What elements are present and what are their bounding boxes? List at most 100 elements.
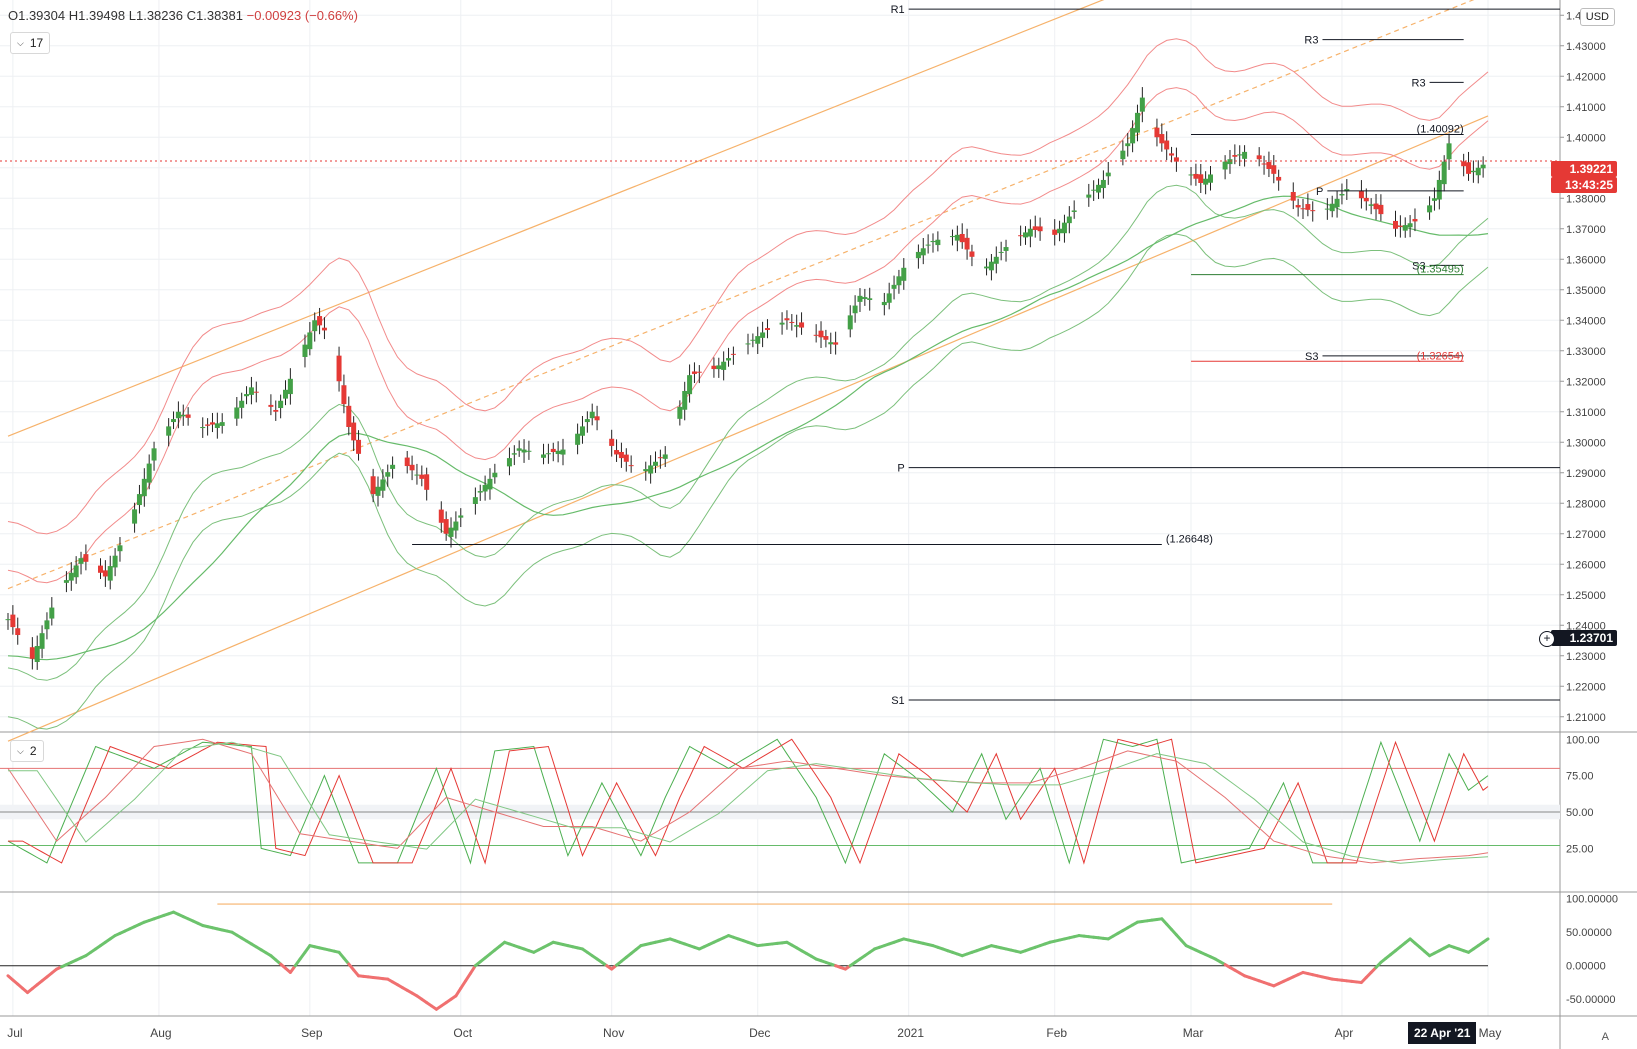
bull-candle: [39, 633, 45, 649]
bear-candle: [823, 336, 829, 340]
time-tick-label: Nov: [603, 1026, 624, 1040]
bull-candle: [949, 236, 955, 238]
bull-candle: [643, 469, 649, 472]
bear-candle: [1018, 235, 1024, 237]
time-tick-label: Aug: [150, 1026, 171, 1040]
bear-candle: [356, 439, 362, 454]
bull-candle: [862, 297, 868, 299]
price-tick-label: 1.34000: [1566, 315, 1606, 327]
time-tick-label: Apr: [1335, 1026, 1354, 1040]
level-label: (1.40092): [1417, 123, 1464, 135]
channel-upper-line: [7, 0, 1105, 437]
bull-candle: [1436, 179, 1442, 200]
stoch-tick-label: 100.00: [1566, 734, 1600, 746]
stoch-d-line: [8, 738, 1489, 865]
bull-candle: [584, 419, 590, 423]
currency-button[interactable]: USD: [1579, 8, 1615, 26]
bull-candle: [307, 332, 313, 350]
bull-candle: [1100, 179, 1106, 189]
ohlc-legend: O1.39304 H1.39498 L1.38236 C1.38381 −0.0…: [8, 8, 358, 23]
bull-candle: [750, 339, 756, 341]
bull-candle: [477, 491, 483, 493]
bear-candle: [1032, 226, 1038, 230]
trend-channel: [7, 0, 1489, 742]
bear-candle: [550, 448, 556, 453]
bull-candle: [132, 509, 138, 524]
bull-candle: [78, 558, 84, 564]
bull-candle: [881, 301, 887, 306]
channel-mid-line: [7, 0, 1475, 590]
bull-candle: [896, 276, 902, 286]
time-tick-label: Jul: [7, 1026, 22, 1040]
bull-candle: [1120, 150, 1126, 160]
bear-candle: [833, 342, 839, 345]
stoch-tick-label: 50.00: [1566, 807, 1594, 819]
price-tick-label: 1.36000: [1566, 254, 1606, 266]
bull-candle: [175, 411, 181, 419]
bull-candle: [1066, 216, 1072, 224]
bull-candle: [1368, 204, 1374, 206]
bull-candle: [107, 566, 113, 581]
add-plus-icon[interactable]: +: [1539, 631, 1555, 647]
bull-candle: [901, 267, 907, 281]
price-tick-label: 1.26000: [1566, 559, 1606, 571]
bull-candle: [239, 400, 245, 408]
bear-candle: [1193, 173, 1199, 179]
crosshair-date-tag: 22 Apr '21: [1408, 1022, 1477, 1044]
bear-candle: [29, 647, 35, 659]
bull-candle: [954, 234, 960, 241]
price-tick-label: 1.43000: [1566, 41, 1606, 53]
bull-candle: [73, 565, 79, 578]
bear-candle: [1295, 205, 1301, 208]
bear-candle: [1412, 218, 1418, 222]
bull-candle: [312, 320, 318, 332]
bear-candle: [83, 554, 89, 562]
channel-lower-line: [7, 115, 1489, 742]
chart-canvas[interactable]: R1R3R3(1.40092)PS3(1.35495)S3 (1.32654)P(…: [0, 0, 1637, 1049]
bull-candle: [687, 375, 693, 395]
price-tick-label: 1.29000: [1566, 468, 1606, 480]
time-tick-label: Feb: [1046, 1026, 1067, 1040]
main-pane-collapse-button[interactable]: ⌵ 17: [10, 32, 51, 54]
bear-candle: [419, 474, 425, 479]
bear-candle: [273, 409, 279, 412]
bull-candle: [755, 336, 761, 344]
bull-candle: [1237, 154, 1243, 156]
bull-candle: [779, 322, 785, 325]
bull-candle: [1475, 167, 1481, 176]
bear-candle: [1300, 208, 1306, 210]
bull-candle: [1139, 97, 1145, 112]
bull-candle: [1091, 189, 1097, 191]
time-tick-label: Mar: [1183, 1026, 1204, 1040]
stoch-pane-collapse-button[interactable]: ⌵ 2: [10, 740, 44, 762]
price-tick-label: 1.22000: [1566, 681, 1606, 693]
bear-candle: [1261, 163, 1267, 165]
level-label: S1: [891, 695, 904, 707]
bear-candle: [1397, 225, 1403, 227]
bear-candle: [1256, 155, 1262, 160]
time-tick-label: 2021: [897, 1026, 924, 1040]
bear-candle: [1271, 165, 1277, 174]
high-value: H1.39498: [68, 8, 126, 23]
bull-candle: [1203, 178, 1209, 185]
bull-candle: [151, 448, 157, 461]
bear-candle: [205, 424, 211, 426]
bear-candle: [1232, 155, 1238, 157]
bull-candle: [1324, 208, 1330, 210]
bear-candle: [730, 353, 736, 355]
bull-candle: [1057, 228, 1063, 234]
price-tick-label: 1.42000: [1566, 71, 1606, 83]
bull-candle: [1480, 164, 1486, 169]
bear-candle: [341, 385, 347, 405]
bull-candle: [214, 423, 220, 428]
bull-candle: [1334, 198, 1340, 208]
auto-scale-button[interactable]: A: [1602, 1031, 1609, 1043]
time-tick-label: Dec: [749, 1026, 770, 1040]
bear-candle: [268, 404, 274, 407]
bull-candle: [555, 450, 561, 455]
bear-candle: [1310, 210, 1316, 212]
bull-candle: [993, 256, 999, 264]
bull-candle: [68, 572, 74, 581]
bull-candle: [492, 472, 498, 478]
bull-candle: [648, 465, 654, 474]
